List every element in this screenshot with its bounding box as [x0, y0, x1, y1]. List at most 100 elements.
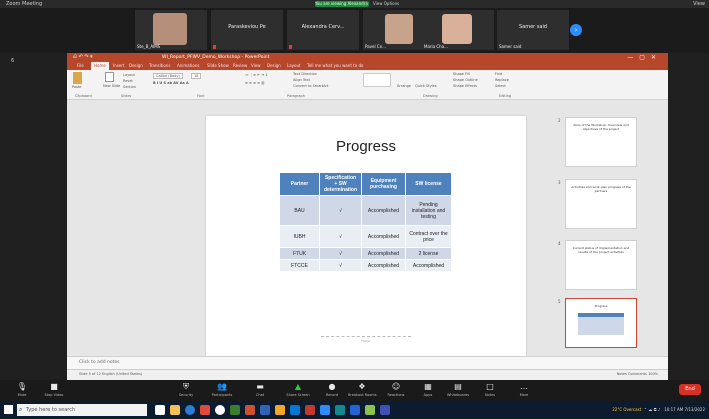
font-format-buttons[interactable]: B I U S ab AV Aa A	[153, 81, 189, 85]
reset-button[interactable]: Reset	[123, 79, 133, 83]
table-cell[interactable]: √	[319, 247, 362, 260]
paste-button[interactable]: Paste	[72, 85, 81, 89]
apps-button[interactable]: ▦ Apps	[414, 381, 442, 400]
table-cell[interactable]: 2 license	[405, 247, 452, 260]
quick-styles-button[interactable]: Quick Styles	[415, 84, 437, 88]
font-name-select[interactable]: Calibri (Body)	[153, 73, 183, 79]
tab-slide-show[interactable]: Slide Show	[207, 62, 229, 70]
window-controls[interactable]: —▢✕	[627, 53, 662, 62]
tab-animations[interactable]: Animations	[177, 62, 199, 70]
shape-fill-button[interactable]: Shape Fill	[453, 72, 470, 76]
next-participants-arrow-icon[interactable]: ›	[570, 24, 582, 36]
select-button[interactable]: Select	[495, 84, 506, 88]
participants-button[interactable]: 👥 Participants	[208, 381, 236, 400]
table-cell[interactable]: Accomplished	[405, 259, 452, 272]
align-text-button[interactable]: Align Text	[293, 78, 310, 82]
excel-icon[interactable]	[230, 405, 240, 415]
participant-tile[interactable]: Alexandra Cerv...	[287, 10, 359, 50]
layout-button[interactable]: Layout	[123, 73, 135, 77]
tab-table-layout[interactable]: Layout	[287, 62, 301, 70]
app-icon[interactable]	[365, 405, 375, 415]
table-cell[interactable]: √	[319, 225, 362, 248]
table-header[interactable]: Partner	[279, 172, 320, 196]
reactions-button[interactable]: ☺ Reactions	[382, 381, 410, 400]
tab-transitions[interactable]: Transitions	[149, 62, 170, 70]
shapes-gallery[interactable]	[363, 73, 391, 87]
tab-view[interactable]: View	[251, 62, 261, 70]
file-explorer-icon[interactable]	[170, 405, 180, 415]
mute-button[interactable]: 🎙 Mute	[8, 381, 36, 400]
tab-design[interactable]: Design	[129, 62, 143, 70]
table-cell[interactable]: √	[319, 259, 362, 272]
table-header[interactable]: Equipment purchasing	[361, 172, 406, 196]
shape-effects-button[interactable]: Shape Effects	[453, 84, 477, 88]
view-button[interactable]: View	[693, 0, 705, 8]
convert-smartart-button[interactable]: Convert to SmartArt	[293, 84, 328, 88]
system-tray[interactable]: 22°C Overcast ⌃ ☁ ⧉ ♪ 10:17 AM 7/13/2022	[612, 401, 705, 419]
table-header[interactable]: Specification + SW determination	[319, 172, 362, 196]
table-cell[interactable]: Contract over the price	[405, 225, 452, 248]
paragraph-buttons[interactable]: ≔ ⋮≡ ⇤ ⇥ ↕	[245, 73, 268, 77]
record-button[interactable]: ● Record	[318, 381, 346, 400]
chrome-icon[interactable]	[215, 405, 225, 415]
paste-icon[interactable]	[73, 72, 82, 84]
shape-outline-button[interactable]: Shape Outline	[453, 78, 478, 82]
app-icon[interactable]	[350, 405, 360, 415]
whiteboards-button[interactable]: ▤ Whiteboards	[444, 381, 472, 400]
participant-tile[interactable]: Samer said Samer said	[497, 10, 569, 50]
table-header[interactable]: SW license	[405, 172, 452, 196]
find-button[interactable]: Find	[495, 72, 502, 76]
tell-me-box[interactable]: Tell me what you want to do	[307, 62, 363, 70]
table-cell[interactable]: BAU	[279, 195, 320, 226]
font-size-select[interactable]: 18	[191, 73, 202, 79]
slide-thumbnail-selected[interactable]: 5 Progress	[558, 298, 637, 348]
table-cell[interactable]: Accomplished	[361, 259, 406, 272]
status-right[interactable]: Notes Comments 100%	[617, 372, 658, 376]
progress-table[interactable]: Partner Specification + SW determination…	[279, 172, 452, 272]
new-slide-button[interactable]: New Slide	[103, 84, 120, 88]
security-button[interactable]: ⛨ Security	[172, 381, 200, 400]
new-slide-icon[interactable]	[105, 72, 114, 82]
acrobat-icon[interactable]	[305, 405, 315, 415]
replace-button[interactable]: Replace	[495, 78, 509, 82]
stop-video-button[interactable]: ■ Stop Video	[40, 381, 68, 400]
app-icon[interactable]	[335, 405, 345, 415]
participant-tile[interactable]: Paraskeviou Pe	[211, 10, 283, 50]
chat-button[interactable]: ▬ Chat	[246, 381, 274, 400]
table-cell[interactable]: FTCCE	[279, 259, 320, 272]
tab-table-design[interactable]: Design	[267, 62, 281, 70]
slide-thumbnail[interactable]: 4 Current status of implementation and r…	[558, 240, 637, 290]
zoom-icon[interactable]	[320, 405, 330, 415]
text-direction-button[interactable]: Text Direction	[293, 72, 317, 76]
tab-file[interactable]: File	[77, 62, 84, 70]
table-cell[interactable]: Accomplished	[361, 225, 406, 248]
tab-insert[interactable]: Insert	[113, 62, 124, 70]
participant-tile[interactable]: Maria Cha...	[422, 10, 494, 50]
app-icon[interactable]	[380, 405, 390, 415]
slide-thumbnail[interactable]: 2 Aims of the Workshop: Overview and obj…	[558, 117, 637, 167]
windows-start-icon[interactable]	[4, 405, 13, 414]
section-button[interactable]: Section	[123, 85, 136, 89]
tab-review[interactable]: Review	[233, 62, 247, 70]
breakout-rooms-button[interactable]: ❖ Breakout Rooms	[348, 381, 377, 400]
participant-tile[interactable]: Ste_B_AIMS	[135, 10, 207, 50]
edge-icon[interactable]	[185, 405, 195, 415]
taskbar-search-box[interactable]: ⌕ Type here to search	[17, 404, 147, 416]
task-view-icon[interactable]	[155, 405, 165, 415]
tab-home[interactable]: Home	[91, 62, 109, 70]
outlook-icon[interactable]	[290, 405, 300, 415]
quick-access-toolbar[interactable]: ⎌ ↶ ↷ ▾	[73, 53, 93, 62]
weather-widget[interactable]: 22°C Overcast	[612, 407, 641, 412]
arrange-button[interactable]: Arrange	[397, 84, 411, 88]
align-buttons[interactable]: ≡ ≡ ≡ ≡ ▥	[245, 81, 265, 85]
slide-thumbnail[interactable]: 3 Activities and work plan progress of t…	[558, 179, 637, 229]
table-cell[interactable]: Accomplished	[361, 247, 406, 260]
view-options-button[interactable]: View Options	[373, 1, 399, 7]
word-icon[interactable]	[260, 405, 270, 415]
table-cell[interactable]: Pending installation and testing	[405, 195, 452, 226]
app-icon[interactable]	[275, 405, 285, 415]
end-meeting-button[interactable]: End	[679, 384, 701, 395]
table-cell[interactable]: FTUK	[279, 247, 320, 260]
table-cell[interactable]: IUBH	[279, 225, 320, 248]
slide-canvas[interactable]: Progress Partner Specification + SW dete…	[206, 116, 526, 356]
